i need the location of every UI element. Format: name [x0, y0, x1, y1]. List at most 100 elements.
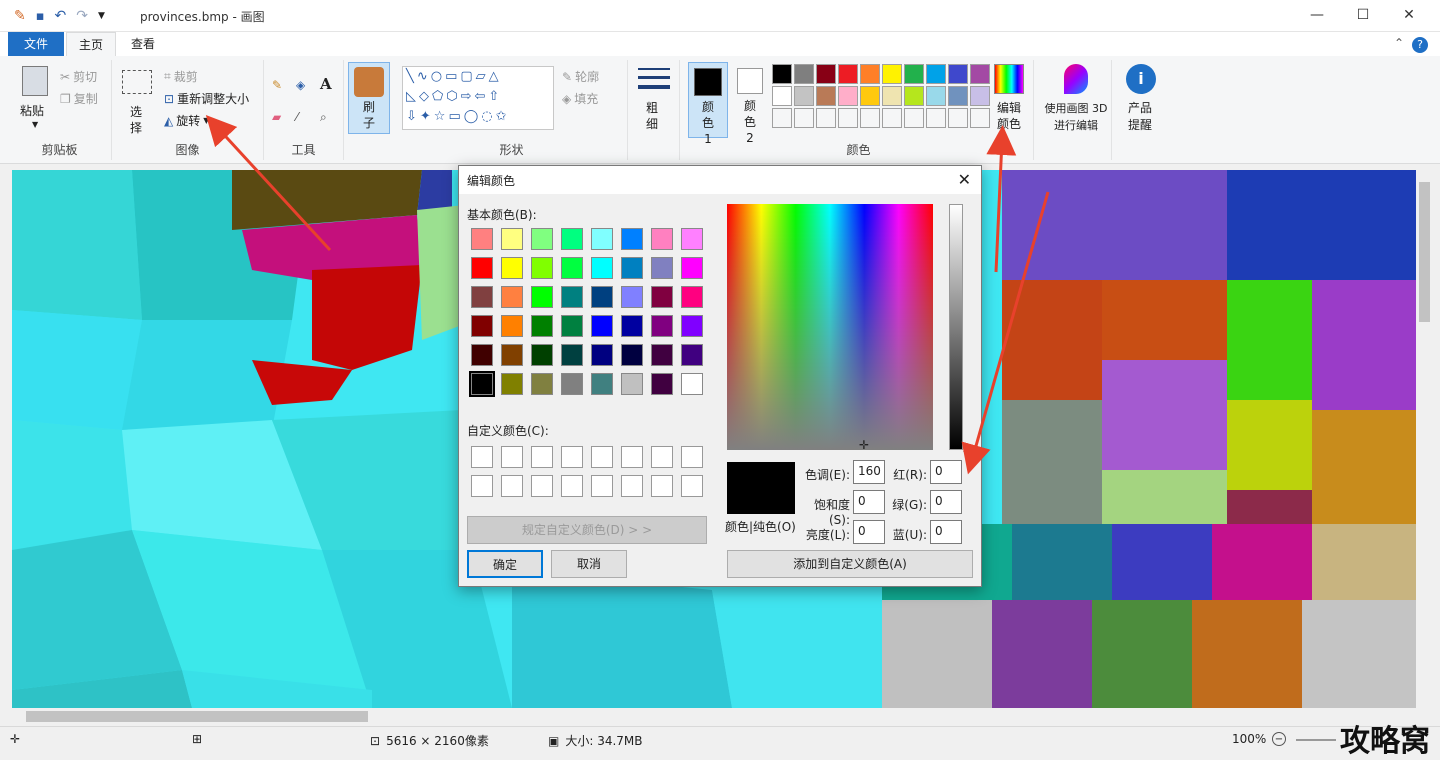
basic-color-swatch[interactable] [531, 257, 553, 279]
basic-color-swatch[interactable] [561, 228, 583, 250]
palette-swatch[interactable] [904, 64, 924, 84]
palette-empty-swatch[interactable] [816, 108, 836, 128]
basic-color-swatch[interactable] [501, 286, 523, 308]
basic-color-swatch[interactable] [531, 373, 553, 395]
palette-swatch[interactable] [860, 86, 880, 106]
custom-color-swatch[interactable] [681, 475, 703, 497]
custom-color-swatch[interactable] [501, 446, 523, 468]
palette-swatch[interactable] [882, 64, 902, 84]
color1-button[interactable]: 颜色 1 [688, 62, 728, 146]
palette-empty-swatch[interactable] [904, 108, 924, 128]
collapse-ribbon-icon[interactable]: ⌃ [1394, 36, 1404, 50]
basic-color-swatch[interactable] [531, 228, 553, 250]
tab-home[interactable]: 主页 [66, 32, 116, 56]
basic-color-swatch[interactable] [471, 315, 493, 337]
zoom-out-button[interactable]: − [1272, 732, 1286, 746]
palette-swatch[interactable] [794, 86, 814, 106]
ok-button[interactable]: 确定 [467, 550, 543, 578]
luminance-pointer-icon[interactable]: ◀ [963, 446, 971, 457]
basic-color-swatch[interactable] [591, 257, 613, 279]
basic-color-swatch[interactable] [561, 315, 583, 337]
paste-icon[interactable] [22, 66, 48, 96]
custom-color-swatch[interactable] [591, 475, 613, 497]
basic-color-swatch[interactable] [651, 315, 673, 337]
palette-swatch[interactable] [816, 86, 836, 106]
basic-color-swatch[interactable] [651, 257, 673, 279]
tab-view[interactable]: 查看 [120, 32, 166, 56]
palette-swatch[interactable] [926, 64, 946, 84]
basic-color-swatch[interactable] [681, 257, 703, 279]
basic-color-swatch[interactable] [471, 286, 493, 308]
basic-color-swatch[interactable] [621, 228, 643, 250]
basic-color-swatch[interactable] [591, 373, 613, 395]
product-tip-button[interactable]: 产品提醒 [1126, 100, 1154, 134]
zoom-slider[interactable] [1296, 739, 1336, 741]
color-spectrum[interactable] [727, 204, 933, 450]
basic-color-swatch[interactable] [651, 344, 673, 366]
basic-color-swatch[interactable] [469, 371, 495, 397]
basic-color-swatch[interactable] [531, 286, 553, 308]
custom-color-swatch[interactable] [471, 446, 493, 468]
custom-color-swatch[interactable] [561, 475, 583, 497]
basic-color-swatch[interactable] [621, 315, 643, 337]
basic-color-swatch[interactable] [651, 286, 673, 308]
resize-button[interactable]: ⊡ 重新调整大小 [164, 90, 249, 107]
custom-color-swatch[interactable] [471, 475, 493, 497]
palette-swatch[interactable] [838, 86, 858, 106]
select-button[interactable]: 选择 [130, 104, 144, 136]
palette-empty-swatch[interactable] [860, 108, 880, 128]
palette-empty-swatch[interactable] [794, 108, 814, 128]
palette-swatch[interactable] [816, 64, 836, 84]
basic-color-swatch[interactable] [681, 228, 703, 250]
cut-button[interactable]: ✂ 剪切 [60, 68, 97, 85]
info-icon[interactable]: i [1126, 64, 1156, 94]
size-button[interactable]: 粗细 [646, 100, 660, 132]
cancel-button[interactable]: 取消 [551, 550, 627, 578]
custom-color-swatch[interactable] [681, 446, 703, 468]
custom-color-swatch[interactable] [621, 475, 643, 497]
basic-color-swatch[interactable] [591, 344, 613, 366]
minimize-button[interactable]: — [1294, 0, 1340, 30]
custom-color-swatch[interactable] [531, 475, 553, 497]
copy-button[interactable]: ❐ 复制 [60, 90, 98, 107]
palette-swatch[interactable] [970, 86, 990, 106]
palette-empty-swatch[interactable] [882, 108, 902, 128]
basic-color-swatch[interactable] [621, 344, 643, 366]
text-tool-icon[interactable]: A [320, 75, 332, 93]
palette-empty-swatch[interactable] [838, 108, 858, 128]
custom-color-swatch[interactable] [591, 446, 613, 468]
palette-swatch[interactable] [948, 64, 968, 84]
edit-colors-icon[interactable] [994, 64, 1024, 94]
basic-color-swatch[interactable] [471, 344, 493, 366]
palette-empty-swatch[interactable] [772, 108, 792, 128]
green-input[interactable]: 0 [930, 490, 962, 514]
palette-swatch[interactable] [772, 64, 792, 84]
fill-bucket-icon[interactable]: ◈ [296, 78, 305, 92]
help-icon[interactable]: ? [1412, 37, 1428, 53]
palette-empty-swatch[interactable] [948, 108, 968, 128]
close-button[interactable]: ✕ [1386, 0, 1432, 30]
basic-color-swatch[interactable] [681, 373, 703, 395]
custom-color-swatch[interactable] [651, 446, 673, 468]
palette-swatch[interactable] [860, 64, 880, 84]
crop-button[interactable]: ⌗ 裁剪 [164, 68, 198, 85]
brushes-button[interactable]: 刷子 [348, 62, 390, 134]
color-picker-icon[interactable]: ⁄ [296, 110, 298, 124]
palette-swatch[interactable] [838, 64, 858, 84]
basic-color-swatch[interactable] [501, 315, 523, 337]
rotate-button[interactable]: ◭ 旋转 ▼ [164, 112, 209, 129]
vertical-scrollbar[interactable] [1416, 170, 1433, 708]
basic-color-swatch[interactable] [471, 228, 493, 250]
fill-button[interactable]: ◈ 填充 [562, 90, 598, 107]
outline-button[interactable]: ✎ 轮廓 [562, 68, 599, 85]
custom-color-swatch[interactable] [651, 475, 673, 497]
basic-color-swatch[interactable] [501, 257, 523, 279]
maximize-button[interactable]: ☐ [1340, 0, 1386, 30]
basic-color-swatch[interactable] [561, 286, 583, 308]
basic-color-swatch[interactable] [561, 257, 583, 279]
vertical-scroll-thumb[interactable] [1419, 182, 1430, 322]
luminance-slider[interactable] [949, 204, 963, 450]
basic-color-swatch[interactable] [531, 315, 553, 337]
color2-button[interactable]: 颜色 2 [730, 62, 770, 145]
dialog-close-icon[interactable]: ✕ [958, 170, 971, 189]
